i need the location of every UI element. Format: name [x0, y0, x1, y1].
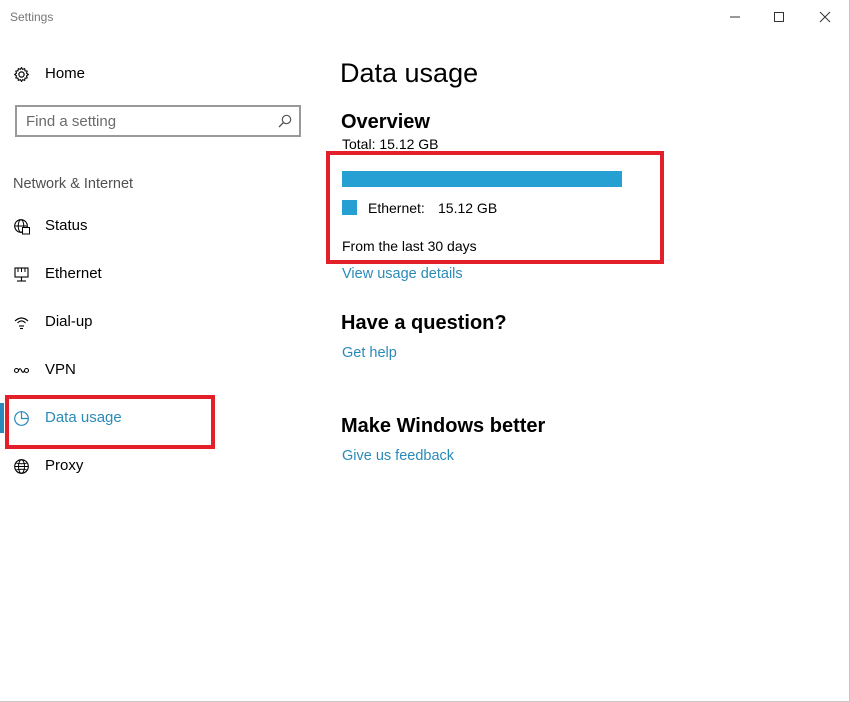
- sidebar-item-label: Status: [45, 217, 88, 234]
- data-usage-highlight-box: [5, 395, 215, 449]
- maximize-icon: [774, 12, 784, 22]
- get-help-link[interactable]: Get help: [342, 345, 397, 361]
- search-input[interactable]: [17, 107, 267, 135]
- maximize-button[interactable]: [756, 0, 802, 34]
- gear-icon: [13, 66, 30, 83]
- globe-icon: [13, 458, 30, 475]
- sidebar-item-dial-up[interactable]: Dial-up: [0, 302, 320, 342]
- sidebar-item-label: Proxy: [45, 457, 84, 474]
- sidebar-item-vpn[interactable]: VPN: [0, 350, 320, 390]
- sidebar-item-status[interactable]: Status: [0, 206, 320, 246]
- vpn-icon: [13, 362, 30, 379]
- sidebar-home-label: Home: [45, 65, 86, 82]
- close-button[interactable]: [802, 0, 848, 34]
- page-title: Data usage: [340, 58, 479, 88]
- total-usage: Total: 15.12 GB: [342, 136, 439, 152]
- view-usage-details-link[interactable]: View usage details: [342, 266, 463, 282]
- overview-highlight-box: [326, 151, 664, 264]
- search-icon[interactable]: [277, 113, 293, 129]
- feedback-heading: Make Windows better: [341, 415, 546, 437]
- sidebar-item-label: VPN: [45, 361, 76, 378]
- sidebar-item-proxy[interactable]: Proxy: [0, 446, 320, 486]
- title-bar[interactable]: Settings: [0, 0, 849, 34]
- ethernet-icon: [13, 266, 30, 283]
- minimize-button[interactable]: [712, 0, 758, 34]
- sidebar-home[interactable]: Home: [0, 54, 320, 94]
- minimize-icon: [730, 16, 740, 18]
- sidebar-item-label: Ethernet: [45, 265, 102, 282]
- sidebar-item-ethernet[interactable]: Ethernet: [0, 254, 320, 294]
- question-heading: Have a question?: [341, 312, 507, 334]
- selected-indicator: [0, 403, 4, 433]
- settings-window: Settings Home Find a setting Network & I…: [0, 0, 850, 702]
- globe-status-icon: [13, 218, 30, 235]
- close-icon: [819, 11, 831, 23]
- dialup-icon: [13, 314, 30, 331]
- overview-heading: Overview: [341, 111, 430, 133]
- give-feedback-link[interactable]: Give us feedback: [342, 448, 454, 464]
- sidebar-item-label: Dial-up: [45, 313, 93, 330]
- window-title: Settings: [10, 10, 54, 24]
- sidebar-group-heading: Network & Internet: [13, 176, 134, 192]
- search-box[interactable]: [15, 105, 301, 137]
